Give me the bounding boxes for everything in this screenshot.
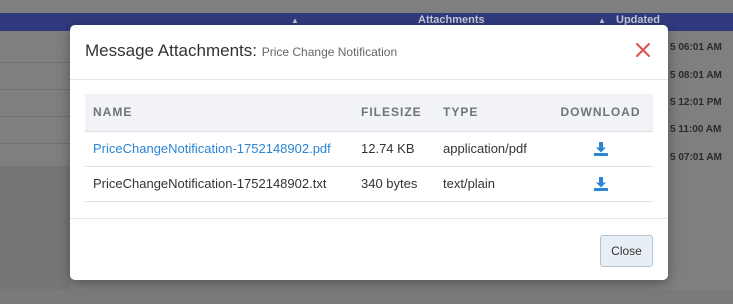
- column-header-name: NAME: [93, 105, 133, 120]
- column-header-type: TYPE: [443, 105, 479, 120]
- modal-header: Message Attachments: Price Change Notifi…: [70, 25, 668, 80]
- close-button[interactable]: Close: [600, 235, 653, 267]
- background-row-divider: [0, 89, 70, 90]
- modal-footer: Close: [70, 218, 668, 280]
- background-time: 5 06:01 AM: [670, 42, 722, 53]
- column-header-download: DOWNLOAD: [560, 105, 641, 120]
- background-row-divider: [0, 62, 70, 63]
- file-type-cell: application/pdf: [435, 130, 548, 166]
- file-name-link[interactable]: PriceChangeNotification-1752148902.pdf: [93, 141, 331, 156]
- background-time: 5 08:01 AM: [670, 70, 722, 81]
- background-time: 5 12:01 PM: [670, 97, 722, 108]
- file-size-cell: 12.74 KB: [353, 130, 435, 166]
- background-footer-strip: [0, 290, 733, 304]
- download-icon[interactable]: [593, 142, 608, 157]
- modal-title-text: Message Attachments:: [85, 41, 257, 60]
- modal-subtitle: Price Change Notification: [261, 45, 398, 59]
- modal-title: Message Attachments: Price Change Notifi…: [85, 41, 397, 61]
- download-cell: [548, 130, 653, 166]
- table-row: PriceChangeNotification-1752148902.pdf 1…: [85, 130, 653, 166]
- background-row-divider: [0, 143, 70, 144]
- table-row: PriceChangeNotification-1752148902.txt 3…: [85, 165, 653, 202]
- column-header-filesize: FILESIZE: [361, 105, 422, 120]
- background-time: 5 07:01 AM: [670, 152, 722, 163]
- attachments-table: NAME FILESIZE TYPE DOWNLOAD PriceChangeN…: [85, 94, 653, 202]
- attachments-modal: Message Attachments: Price Change Notifi…: [70, 25, 668, 280]
- file-name-cell: PriceChangeNotification-1752148902.pdf: [85, 130, 353, 166]
- sort-icon: ▲: [598, 16, 606, 25]
- table-header-row: NAME FILESIZE TYPE DOWNLOAD: [85, 94, 653, 131]
- file-type-cell: text/plain: [435, 165, 548, 202]
- sort-icon: ▲: [291, 16, 299, 25]
- background-panel: [0, 166, 70, 304]
- file-name-cell: PriceChangeNotification-1752148902.txt: [85, 165, 353, 202]
- close-icon[interactable]: [634, 41, 652, 59]
- file-size-cell: 340 bytes: [353, 165, 435, 202]
- download-cell: [548, 165, 653, 202]
- download-icon[interactable]: [593, 177, 608, 192]
- background-time: 5 11:00 AM: [670, 124, 722, 135]
- background-row-divider: [0, 116, 70, 117]
